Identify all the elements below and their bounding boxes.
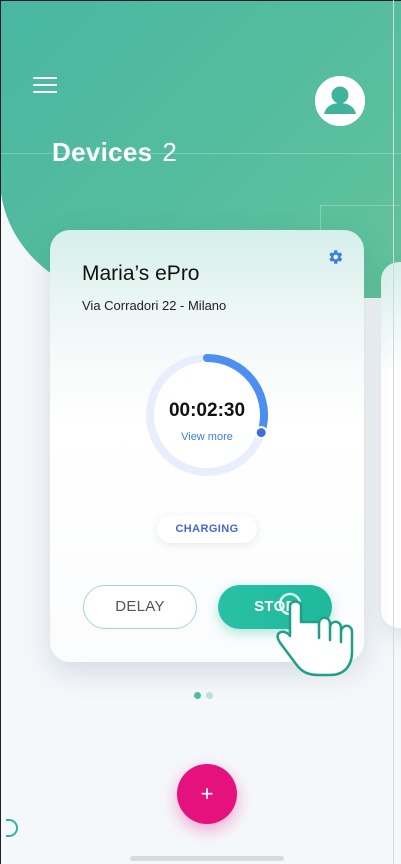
- home-indicator: [130, 856, 284, 861]
- plus-icon: +: [200, 781, 214, 806]
- device-address: Via Corradori 22 - Milano: [82, 298, 227, 313]
- delay-button[interactable]: DELAY: [83, 585, 197, 629]
- frame-border: [393, 0, 394, 864]
- menu-icon[interactable]: [33, 77, 59, 97]
- user-avatar-icon[interactable]: [315, 76, 365, 126]
- pagination-dot-active[interactable]: [194, 692, 201, 699]
- status-badge: CHARGING: [157, 515, 257, 543]
- next-device-card[interactable]: [381, 262, 401, 628]
- decorative-line: [320, 205, 400, 206]
- page-title-text: Devices: [52, 137, 153, 167]
- frame-border: [0, 0, 401, 1]
- gear-icon[interactable]: [326, 248, 344, 266]
- frame-border: [0, 0, 1, 864]
- view-more-link[interactable]: View more: [142, 431, 272, 443]
- pagination-dot[interactable]: [206, 692, 213, 699]
- device-name: Maria’s ePro: [82, 262, 200, 285]
- edge-mark: [6, 819, 18, 837]
- page-title: Devices 2: [52, 137, 177, 168]
- charging-timer: 00:02:30: [168, 400, 246, 421]
- app-screen: Devices 2 Maria’s ePro Via Corradori 22 -…: [0, 0, 401, 864]
- carousel-pagination: [194, 686, 218, 699]
- device-count: 2: [162, 137, 178, 167]
- add-device-button[interactable]: +: [177, 764, 237, 824]
- hand-pointer-icon: [276, 592, 354, 677]
